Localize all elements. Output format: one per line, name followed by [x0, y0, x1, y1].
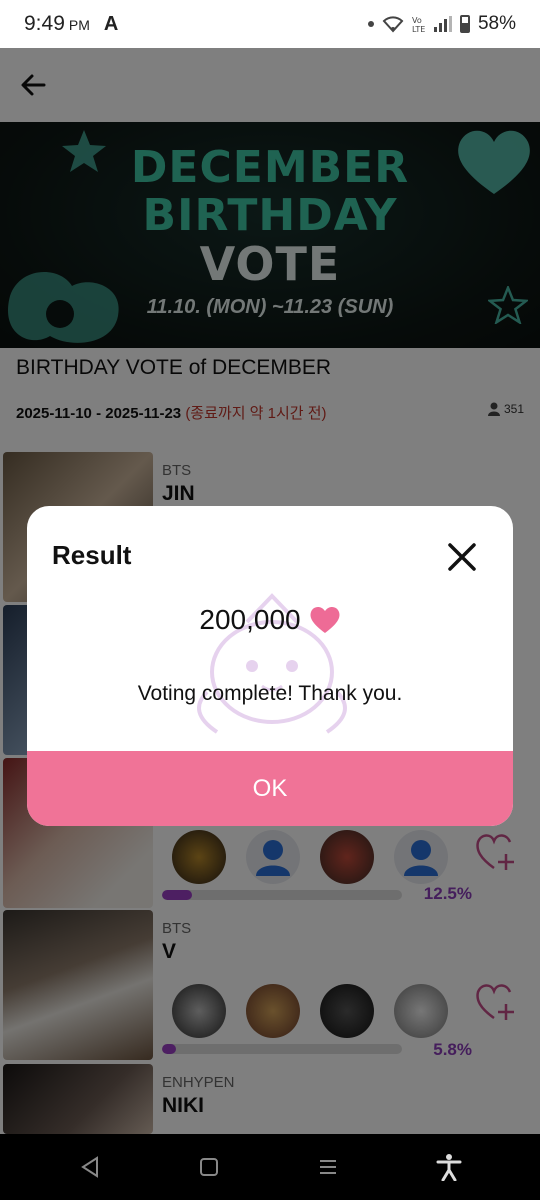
nav-recents-icon[interactable]: [317, 1156, 339, 1178]
status-time: 9:49 PM: [24, 12, 90, 35]
status-bar: 9:49 PM A Vo LTE 58%: [0, 0, 540, 48]
app-notification-icon: A: [103, 12, 119, 35]
battery-icon: [459, 15, 470, 33]
notification-dot-icon: [367, 21, 374, 27]
nav-home-icon[interactable]: [198, 1156, 220, 1178]
nav-back-icon[interactable]: [79, 1156, 101, 1178]
vote-amount: 200,000: [27, 604, 513, 636]
heart-icon: [310, 606, 340, 633]
accessibility-icon[interactable]: [436, 1153, 462, 1181]
ok-button[interactable]: OK: [27, 751, 513, 826]
svg-text:LTE: LTE: [412, 25, 425, 33]
system-nav-bar: [0, 1134, 540, 1200]
battery-percent: 58%: [477, 13, 516, 34]
close-icon[interactable]: [445, 540, 479, 574]
vote-amount-value: 200,000: [199, 604, 301, 635]
result-dialog: Result 200,000 Voting complete! Thank yo…: [27, 506, 513, 826]
wifi-icon: [382, 16, 404, 33]
dialog-message: Voting complete! Thank you.: [137, 682, 403, 705]
dialog-title: Result: [52, 540, 132, 570]
signal-icon: [433, 16, 452, 32]
volte-icon: VoLTE: [412, 16, 425, 33]
svg-text:Vo: Vo: [412, 16, 422, 25]
